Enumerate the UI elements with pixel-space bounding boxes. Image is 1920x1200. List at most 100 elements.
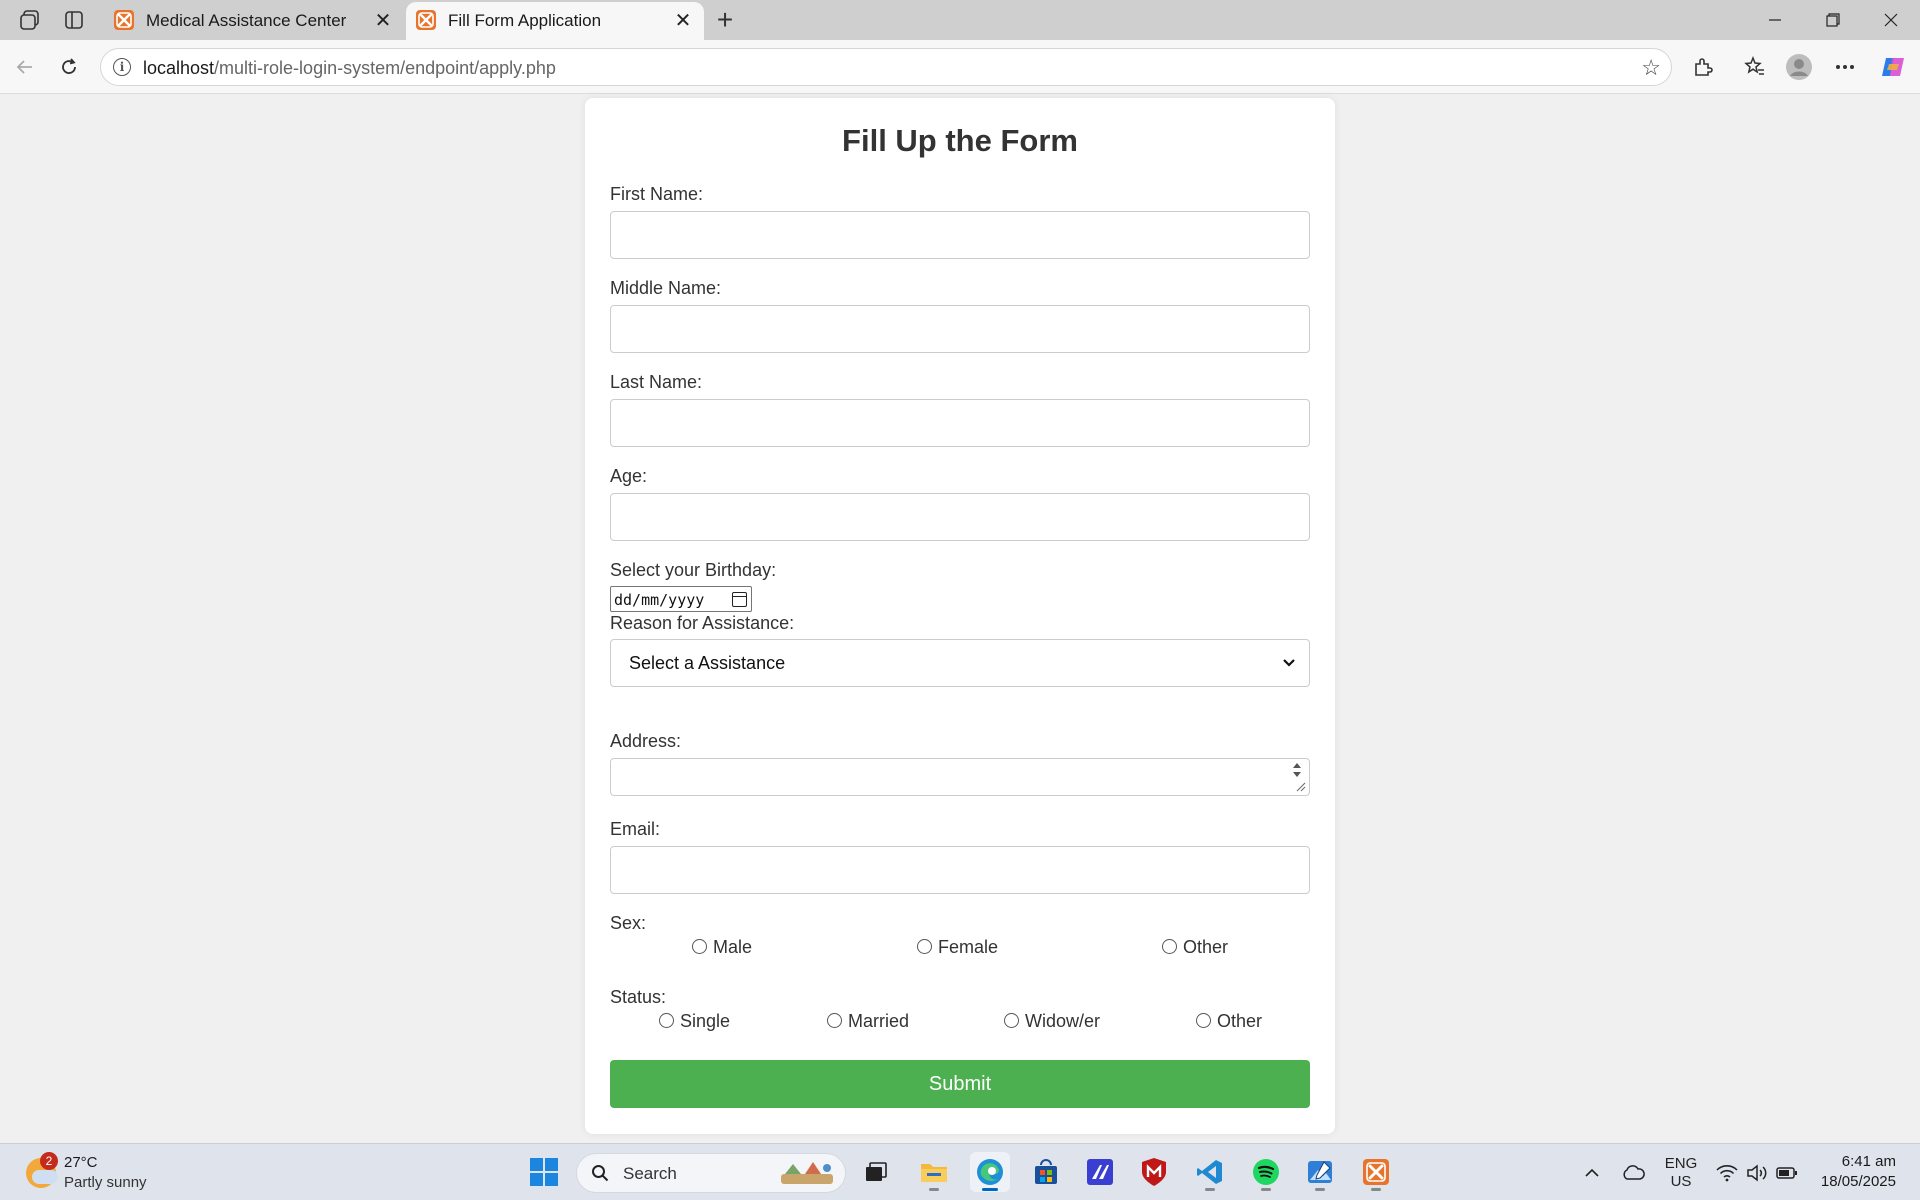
more-options-icon[interactable]: [1830, 52, 1860, 82]
profile-avatar[interactable]: [1784, 52, 1814, 82]
radio-circle[interactable]: [1162, 939, 1177, 954]
xampp-favicon-icon: [114, 10, 134, 30]
first-name-label: First Name:: [610, 184, 704, 204]
reason-label: Reason for Assistance:: [610, 613, 795, 633]
refresh-icon[interactable]: [54, 52, 84, 82]
tab-title: Fill Form Application: [448, 11, 602, 30]
vertical-tabs-icon[interactable]: [60, 8, 88, 32]
resize-grip-icon[interactable]: [1296, 782, 1306, 792]
status-label: Status:: [610, 987, 667, 1007]
new-tab-button[interactable]: +: [710, 4, 740, 35]
vscode-icon[interactable]: [1190, 1152, 1230, 1192]
xampp-icon[interactable]: [1356, 1152, 1396, 1192]
running-indicator: [929, 1188, 939, 1191]
running-indicator: [1205, 1188, 1215, 1191]
close-tab-icon[interactable]: ✕: [672, 9, 694, 32]
address-label: Address:: [610, 731, 682, 751]
weather-condition: Partly sunny: [64, 1174, 147, 1191]
status-radio-widower[interactable]: Widow/er: [1004, 1011, 1100, 1032]
clock-date: 18/05/2025: [1820, 1173, 1896, 1190]
search-label: Search: [623, 1164, 677, 1183]
sex-radio-male[interactable]: Male: [692, 937, 752, 958]
xampp-favicon-icon: [416, 10, 436, 30]
sex-radio-other[interactable]: Other: [1162, 937, 1228, 958]
microsoft-store-icon[interactable]: [1026, 1152, 1066, 1192]
radio-circle[interactable]: [659, 1013, 674, 1028]
copilot-icon[interactable]: [1878, 52, 1908, 82]
chevron-down-icon: [1283, 659, 1295, 667]
radio-circle[interactable]: [1004, 1013, 1019, 1028]
search-icon: [592, 1165, 609, 1182]
url-text: localhost/multi-role-login-system/endpoi…: [143, 58, 556, 78]
cloud-icon: [32, 1170, 58, 1184]
radio-circle[interactable]: [692, 939, 707, 954]
language-indicator[interactable]: ENG US: [1660, 1144, 1702, 1200]
show-hidden-icons-chevron-icon[interactable]: [1580, 1144, 1604, 1200]
browser-toolbar: i localhost/multi-role-login-system/endp…: [0, 40, 1920, 94]
editor-app-icon[interactable]: [1080, 1152, 1120, 1192]
favorites-icon[interactable]: [1740, 52, 1770, 82]
email-label: Email:: [610, 819, 661, 839]
status-radio-single[interactable]: Single: [659, 1011, 730, 1032]
address-bar[interactable]: i localhost/multi-role-login-system/endp…: [100, 48, 1672, 86]
windows-start-icon[interactable]: [524, 1152, 564, 1192]
back-arrow-icon[interactable]: [10, 52, 40, 82]
form-card: Fill Up the Form First Name: Middle Name…: [585, 98, 1335, 1134]
onedrive-cloud-icon[interactable]: [1618, 1144, 1648, 1200]
favorite-star-icon[interactable]: ☆: [1641, 55, 1661, 81]
taskbar: 2 27°C Partly sunny Search ENG US 6:41 a…: [0, 1143, 1920, 1200]
workspaces-icon[interactable]: [16, 8, 44, 32]
tab-title: Medical Assistance Center: [146, 11, 347, 30]
page-title: Fill Up the Form: [842, 123, 1078, 158]
volume-icon[interactable]: [1744, 1144, 1770, 1200]
minimize-button[interactable]: [1752, 6, 1798, 34]
last-name-input[interactable]: [610, 399, 1310, 447]
weather-temperature: 27°C: [64, 1154, 98, 1171]
edge-browser-icon[interactable]: [970, 1152, 1010, 1192]
tab-medical-assistance-center[interactable]: Medical Assistance Center ✕: [104, 2, 404, 40]
date-placeholder: dd/mm/yyyy: [614, 591, 705, 609]
tab-strip: Medical Assistance Center ✕ Fill Form Ap…: [0, 0, 1920, 40]
restore-button[interactable]: [1810, 6, 1856, 34]
middle-name-input[interactable]: [610, 305, 1310, 353]
close-tab-icon[interactable]: ✕: [372, 9, 394, 32]
radio-circle[interactable]: [827, 1013, 842, 1028]
battery-icon[interactable]: [1774, 1144, 1800, 1200]
status-radio-married[interactable]: Married: [827, 1011, 909, 1032]
birthday-label: Select your Birthday:: [610, 560, 777, 580]
close-window-button[interactable]: [1868, 6, 1914, 34]
search-highlight-icon: [781, 1162, 833, 1184]
system-clock[interactable]: 6:41 am 18/05/2025: [1821, 1152, 1896, 1192]
tab-fill-form-application[interactable]: Fill Form Application ✕: [406, 2, 704, 40]
paint-app-icon[interactable]: [1300, 1152, 1340, 1192]
clock-time: 6:41 am: [1841, 1153, 1896, 1170]
calendar-icon[interactable]: [732, 592, 747, 607]
submit-button[interactable]: Submit: [610, 1060, 1310, 1108]
birthday-date-input[interactable]: dd/mm/yyyy: [610, 586, 752, 612]
task-view-icon[interactable]: [856, 1152, 896, 1192]
sex-label: Sex:: [610, 913, 647, 933]
mcafee-icon[interactable]: [1134, 1152, 1174, 1192]
status-radio-other[interactable]: Other: [1196, 1011, 1262, 1032]
spotify-icon[interactable]: [1246, 1152, 1286, 1192]
age-label: Age:: [610, 466, 648, 486]
radio-circle[interactable]: [917, 939, 932, 954]
email-input[interactable]: [610, 846, 1310, 894]
extensions-icon[interactable]: [1688, 52, 1718, 82]
first-name-input[interactable]: [610, 211, 1310, 259]
radio-circle[interactable]: [1196, 1013, 1211, 1028]
reason-select[interactable]: Select a Assistance: [610, 639, 1310, 687]
last-name-label: Last Name:: [610, 372, 703, 392]
middle-name-label: Middle Name:: [610, 278, 722, 298]
scroll-spinner-icon[interactable]: [1291, 762, 1303, 778]
wifi-icon[interactable]: [1714, 1144, 1740, 1200]
site-info-icon[interactable]: i: [113, 58, 131, 76]
running-indicator: [1261, 1188, 1271, 1191]
notification-badge: 2: [40, 1152, 58, 1170]
sex-radio-female[interactable]: Female: [917, 937, 998, 958]
taskbar-search-box[interactable]: Search: [576, 1153, 846, 1193]
address-textarea[interactable]: [610, 758, 1310, 796]
age-input[interactable]: [610, 493, 1310, 541]
weather-widget[interactable]: 2 27°C Partly sunny: [26, 1152, 156, 1194]
file-explorer-icon[interactable]: [914, 1152, 954, 1192]
